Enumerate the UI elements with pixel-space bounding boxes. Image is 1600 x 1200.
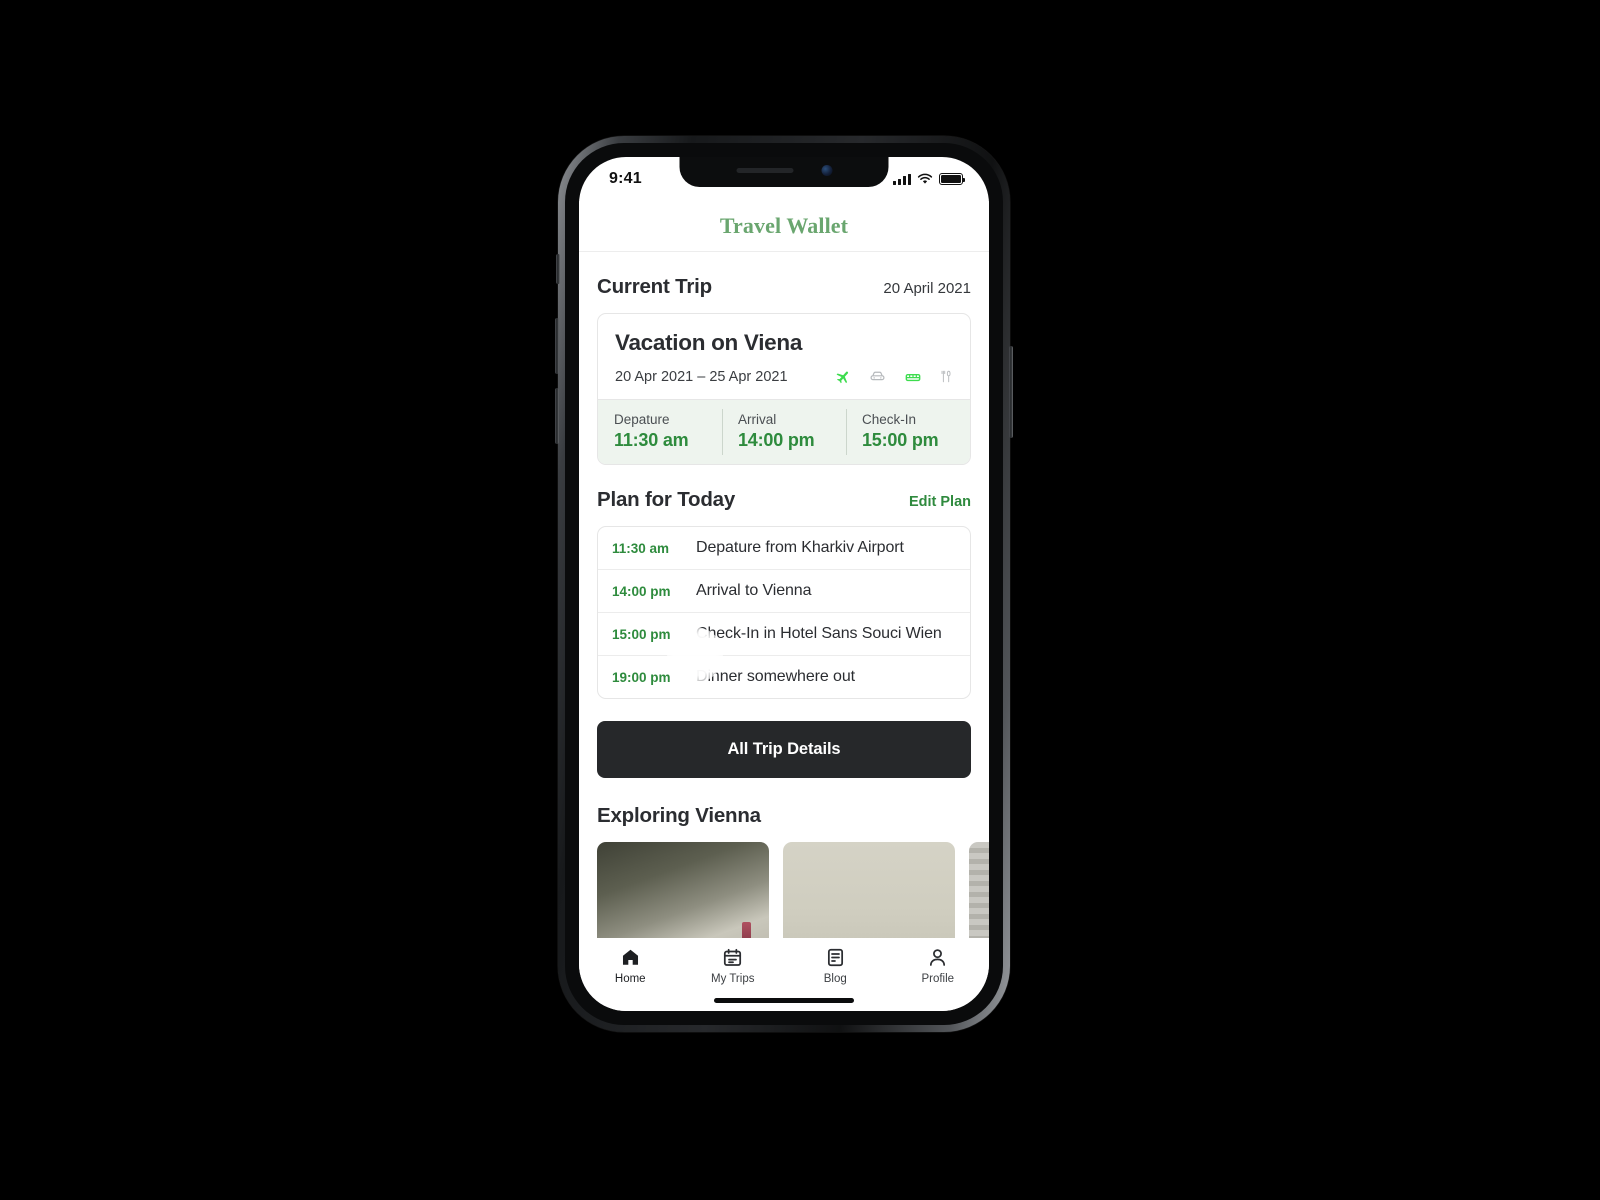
trip-time-label: Check-In	[862, 412, 917, 427]
volume-down-button[interactable]	[555, 388, 559, 444]
bed-icon	[905, 373, 921, 382]
person-icon	[930, 949, 946, 966]
screenshot-stage: 9:41 Travel Wallet Current Trip 20 April…	[0, 0, 1600, 1200]
plan-item-time: 15:00 pm	[612, 626, 671, 642]
all-trip-details-button[interactable]: All Trip Details	[597, 721, 971, 778]
plan-item-text: Check-In in Hotel Sans Souci Wien	[696, 625, 942, 642]
plan-list-item[interactable]: 19:00 pm Dinner somewhere out	[598, 656, 970, 698]
notch	[679, 157, 889, 187]
plan-item-time: 11:30 am	[612, 540, 670, 556]
phone-frame: 9:41 Travel Wallet Current Trip 20 April…	[555, 136, 1013, 1032]
phone-bezel: 9:41 Travel Wallet Current Trip 20 April…	[565, 143, 1003, 1025]
tab-label: Blog	[823, 973, 847, 985]
explore-card-3[interactable]	[969, 842, 989, 938]
earpiece-speaker-icon	[736, 167, 793, 173]
edit-plan-button[interactable]: Edit Plan	[909, 494, 971, 510]
trip-time-departure: Depature 11:30 am	[598, 400, 722, 464]
tab-label: Profile	[921, 973, 955, 985]
trip-date-range: 20 Apr 2021 – 25 Apr 2021	[615, 368, 788, 385]
tab-home[interactable]: Home	[579, 947, 682, 985]
explore-card-1[interactable]	[597, 842, 769, 938]
plan-header: Plan for Today Edit Plan	[597, 465, 971, 512]
plan-list-item[interactable]: 14:00 pm Arrival to Vienna	[598, 570, 970, 613]
exploring-carousel[interactable]	[597, 842, 989, 938]
exploring-title: Exploring Vienna	[597, 804, 761, 827]
front-camera-icon	[821, 164, 832, 176]
tab-profile[interactable]: Profile	[887, 947, 990, 985]
trip-time-checkin: Check-In 15:00 pm	[846, 400, 970, 464]
home-icon	[622, 949, 638, 965]
mute-switch[interactable]	[556, 254, 560, 284]
wifi-icon	[917, 173, 933, 184]
current-trip-title: Current Trip	[597, 275, 712, 298]
trip-time-value: 14:00 pm	[738, 430, 815, 450]
app-brand-title: Travel Wallet	[719, 213, 849, 238]
tab-blog[interactable]: Blog	[784, 947, 887, 985]
trip-card[interactable]: Vacation on Viena 20 Apr 2021 – 25 Apr 2…	[597, 313, 971, 465]
trip-time-value: 11:30 am	[614, 430, 689, 450]
plan-item-text: Dinner somewhere out	[696, 668, 855, 685]
trip-amenity-icons	[835, 368, 953, 385]
plan-item-text: Arrival to Vienna	[696, 582, 812, 599]
battery-full-icon	[939, 173, 966, 185]
explore-card-2[interactable]	[783, 842, 955, 938]
airplane-icon	[836, 371, 849, 384]
trip-name: Vacation on Viena	[615, 330, 803, 355]
calendar-icon	[724, 948, 742, 966]
tab-my-trips[interactable]: My Trips	[682, 947, 785, 985]
app-header: Travel Wallet	[579, 201, 989, 252]
trip-card-body: Vacation on Viena 20 Apr 2021 – 25 Apr 2…	[598, 314, 970, 399]
car-icon	[870, 371, 885, 381]
trip-times-row: Depature 11:30 am Arrival 14:00 pm Check…	[598, 399, 970, 464]
plan-item-time: 14:00 pm	[612, 583, 671, 599]
plan-list-item[interactable]: 11:30 am Depature from Kharkiv Airport	[598, 527, 970, 570]
phone-screen: 9:41 Travel Wallet Current Trip 20 April…	[579, 157, 989, 1011]
tab-label: My Trips	[711, 973, 755, 985]
plan-item-text: Depature from Kharkiv Airport	[696, 539, 904, 556]
article-icon	[827, 948, 843, 967]
plan-list-item[interactable]: 15:00 pm Check-In in Hotel Sans Souci Wi…	[598, 613, 970, 656]
trip-time-label: Depature	[614, 412, 670, 427]
scroll-content[interactable]: Current Trip 20 April 2021 Vacation on V…	[579, 252, 989, 938]
volume-up-button[interactable]	[555, 318, 559, 374]
power-button[interactable]	[1009, 346, 1013, 438]
plan-item-time: 19:00 pm	[612, 669, 671, 685]
plan-title: Plan for Today	[597, 488, 736, 511]
current-trip-header: Current Trip 20 April 2021	[597, 252, 971, 299]
tab-label: Home	[614, 973, 646, 985]
home-indicator[interactable]	[714, 998, 854, 1003]
plan-list: 11:30 am Depature from Kharkiv Airport 1…	[597, 526, 971, 699]
status-icons	[893, 173, 966, 185]
trip-time-arrival: Arrival 14:00 pm	[722, 400, 846, 464]
current-trip-date: 20 April 2021	[883, 280, 971, 297]
cutlery-icon	[941, 370, 951, 383]
trip-time-value: 15:00 pm	[862, 430, 939, 450]
trip-time-label: Arrival	[738, 412, 777, 427]
status-time: 9:41	[609, 170, 642, 187]
cellular-bars-icon	[893, 173, 911, 185]
bottom-tab-bar: Home My Trips Blog Profile	[579, 938, 989, 1011]
trip-subrow: 20 Apr 2021 – 25 Apr 2021	[615, 368, 953, 385]
